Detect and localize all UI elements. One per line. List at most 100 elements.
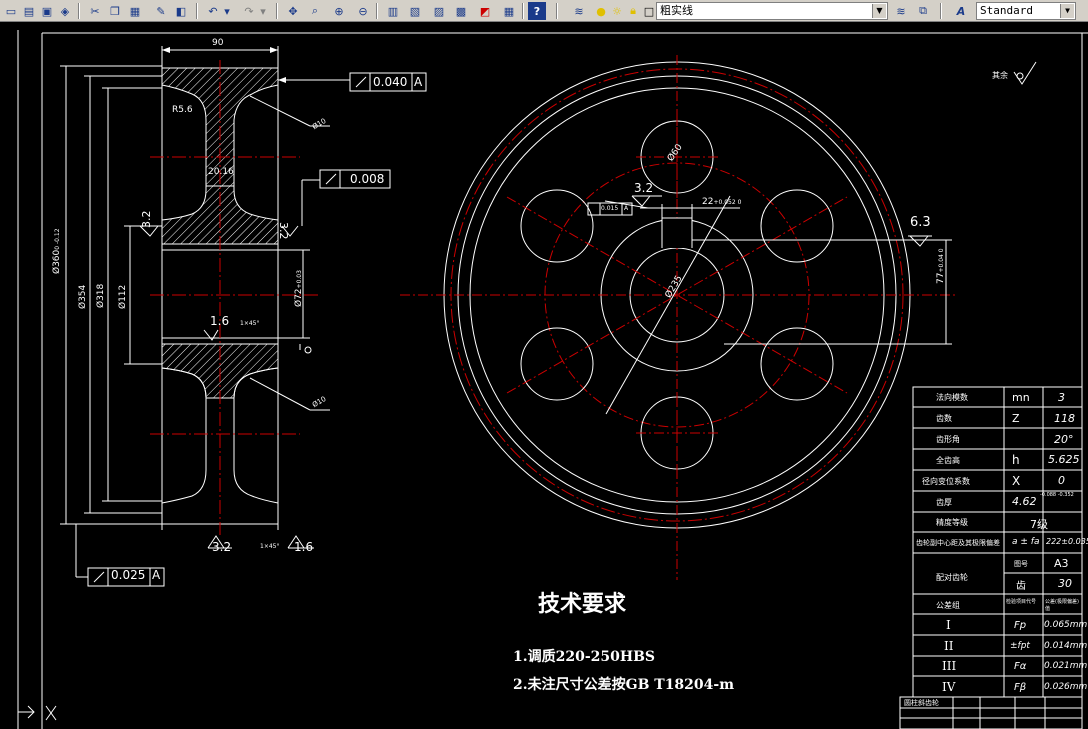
chevron-down-icon[interactable]: ▼: [1060, 4, 1074, 18]
table-cell-sym: Fp: [1014, 620, 1027, 631]
table-cell-label: I: [946, 618, 951, 632]
dim-width: 90: [212, 38, 224, 48]
dim-d360: Ø3600 -0.12: [52, 228, 62, 274]
roughness-32-left: 3.2: [140, 210, 153, 229]
plot-icon[interactable]: ◈: [56, 2, 74, 20]
layer-states-icon[interactable]: ⧉: [914, 2, 932, 20]
table-cell-label: 精度等级: [936, 518, 968, 527]
roughness-32-bottom: 3.2: [212, 540, 232, 554]
title-block-name: 圆柱斜齿轮: [904, 699, 939, 707]
table-cell-label: 齿形角: [936, 435, 960, 444]
layer-combo-value: 粗实线: [660, 4, 693, 17]
table-cell-val: 222±0.035: [1046, 537, 1088, 546]
chevron-down-icon[interactable]: ▼: [872, 4, 886, 18]
properties-icon[interactable]: ▥: [384, 2, 402, 20]
roughness-16-bottom: 1.6: [294, 540, 314, 554]
undo-icon[interactable]: ↶: [204, 2, 222, 20]
runout-bottom-datum: A: [152, 568, 161, 582]
copy-icon[interactable]: ❐: [106, 2, 124, 20]
zoom-window-icon[interactable]: ⊕: [330, 2, 348, 20]
text-style-combo-value: Standard: [980, 4, 1033, 17]
redo-dropdown-icon[interactable]: ▾: [258, 2, 268, 20]
tool-palettes-icon[interactable]: ▨: [430, 2, 448, 20]
table-cell-label: 齿厚: [936, 498, 952, 507]
zoom-realtime-icon[interactable]: ⌕: [306, 2, 324, 20]
table-cell-val: 0.026mm: [1044, 682, 1088, 692]
roughness-32-front: 3.2: [634, 181, 654, 195]
text-style-combo[interactable]: Standard ▼: [976, 2, 1076, 20]
help-icon[interactable]: ?: [528, 2, 546, 20]
design-center-icon[interactable]: ▧: [406, 2, 424, 20]
layer-combo[interactable]: 粗实线 ▼: [656, 2, 888, 20]
table-cell-label: II: [944, 639, 954, 653]
table-cell-sym: ±fpt: [1010, 641, 1030, 651]
open-icon[interactable]: ▤: [20, 2, 38, 20]
sheet-set-icon[interactable]: ▩: [452, 2, 470, 20]
table-cell-sym: a ± fa: [1012, 537, 1040, 547]
sym-small-value: 0.015: [601, 205, 619, 212]
table-cell-label: IV: [942, 680, 956, 694]
paste-icon[interactable]: ▦: [126, 2, 144, 20]
table-cell-val: 0.065mm: [1044, 620, 1088, 630]
table-cell-val: 公差(极限偏差)值: [1045, 599, 1079, 612]
roughness-32-right: 3.2: [277, 222, 290, 240]
table-cell-label: 公差组: [936, 601, 960, 610]
table-cell-val: 118: [1054, 412, 1075, 425]
table-cell-sym: 图号: [1014, 560, 1028, 568]
table-cell-val: 3: [1058, 391, 1065, 404]
pan-icon[interactable]: ✥: [284, 2, 302, 20]
new-icon[interactable]: ▭: [2, 2, 20, 20]
save-icon[interactable]: ▣: [38, 2, 56, 20]
table-cell-label: 齿轮副中心距及其极限偏差: [916, 539, 1000, 547]
table-cell-sym: h: [1012, 453, 1020, 467]
layer-previous-icon[interactable]: ≋: [892, 2, 910, 20]
table-cell-sym: Fβ: [1014, 682, 1027, 693]
runout-top-value: 0.040: [373, 75, 408, 89]
layer-manager-icon[interactable]: ≋: [570, 2, 588, 20]
block-editor-icon[interactable]: ◧: [172, 2, 190, 20]
table-cell-label: 齿数: [936, 414, 952, 423]
undo-dropdown-icon[interactable]: ▾: [222, 2, 232, 20]
table-cell-sym: Z: [1012, 412, 1020, 425]
table-cell-val: 20°: [1054, 433, 1074, 446]
sym-small-datum: A: [624, 205, 629, 212]
roughness-16-hub: 1.6: [210, 314, 230, 328]
runout-mid-value: 0.008: [350, 172, 385, 186]
roughness-63: 6.3: [910, 215, 931, 230]
table-cell-val: 7级: [1030, 518, 1048, 531]
markup-icon[interactable]: ◩: [476, 2, 494, 20]
chamfer-bottom: 1×45°: [260, 543, 280, 550]
table-cell-label: 配对齿轮: [936, 573, 968, 582]
table-cell-label: 全齿高: [936, 456, 960, 465]
cut-icon[interactable]: ✂: [86, 2, 104, 20]
calculator-icon[interactable]: ▦: [500, 2, 518, 20]
dim-2016: 20.16: [208, 167, 234, 177]
redo-icon[interactable]: ↷: [240, 2, 258, 20]
match-properties-icon[interactable]: ✎: [152, 2, 170, 20]
drawing-canvas[interactable]: 90 R5.6 20.16 Ø3600 -0.12 Ø354 Ø318 Ø112…: [0, 22, 1088, 729]
dim-key77: 77+0.04 0: [936, 248, 946, 284]
section-view: [60, 46, 351, 578]
tech-req-item-1: 1.调质220-250HBS: [513, 649, 656, 665]
cad-drawing: [17, 30, 1088, 729]
table-cell-val: A3: [1054, 557, 1069, 570]
table-cell-sym: mn: [1012, 391, 1030, 404]
front-view: [400, 55, 955, 580]
table-cell-sym: 4.62: [1012, 495, 1037, 508]
dim-d112: Ø112: [118, 284, 128, 309]
zoom-previous-icon[interactable]: ⊖: [354, 2, 372, 20]
runout-top-datum: A: [414, 75, 423, 89]
dim-key22: 22+0.052 0: [702, 197, 742, 207]
table-cell-label: 径向变位系数: [922, 477, 970, 486]
dim-d318: Ø318: [96, 283, 106, 308]
table-cell-val: 0.021mm: [1044, 661, 1088, 671]
runout-bottom-value: 0.025: [111, 568, 146, 582]
table-cell-val: 0.014mm: [1044, 641, 1088, 651]
dim-d72: Ø72+0.03: [294, 270, 304, 307]
table-cell-label: III: [942, 659, 957, 673]
table-cell-val: 5.625: [1048, 453, 1080, 466]
text-style-icon[interactable]: A: [952, 2, 970, 20]
table-cell-sym: Fα: [1014, 661, 1027, 672]
ucs-icon: [18, 705, 57, 721]
dim-d354: Ø354: [78, 284, 88, 309]
